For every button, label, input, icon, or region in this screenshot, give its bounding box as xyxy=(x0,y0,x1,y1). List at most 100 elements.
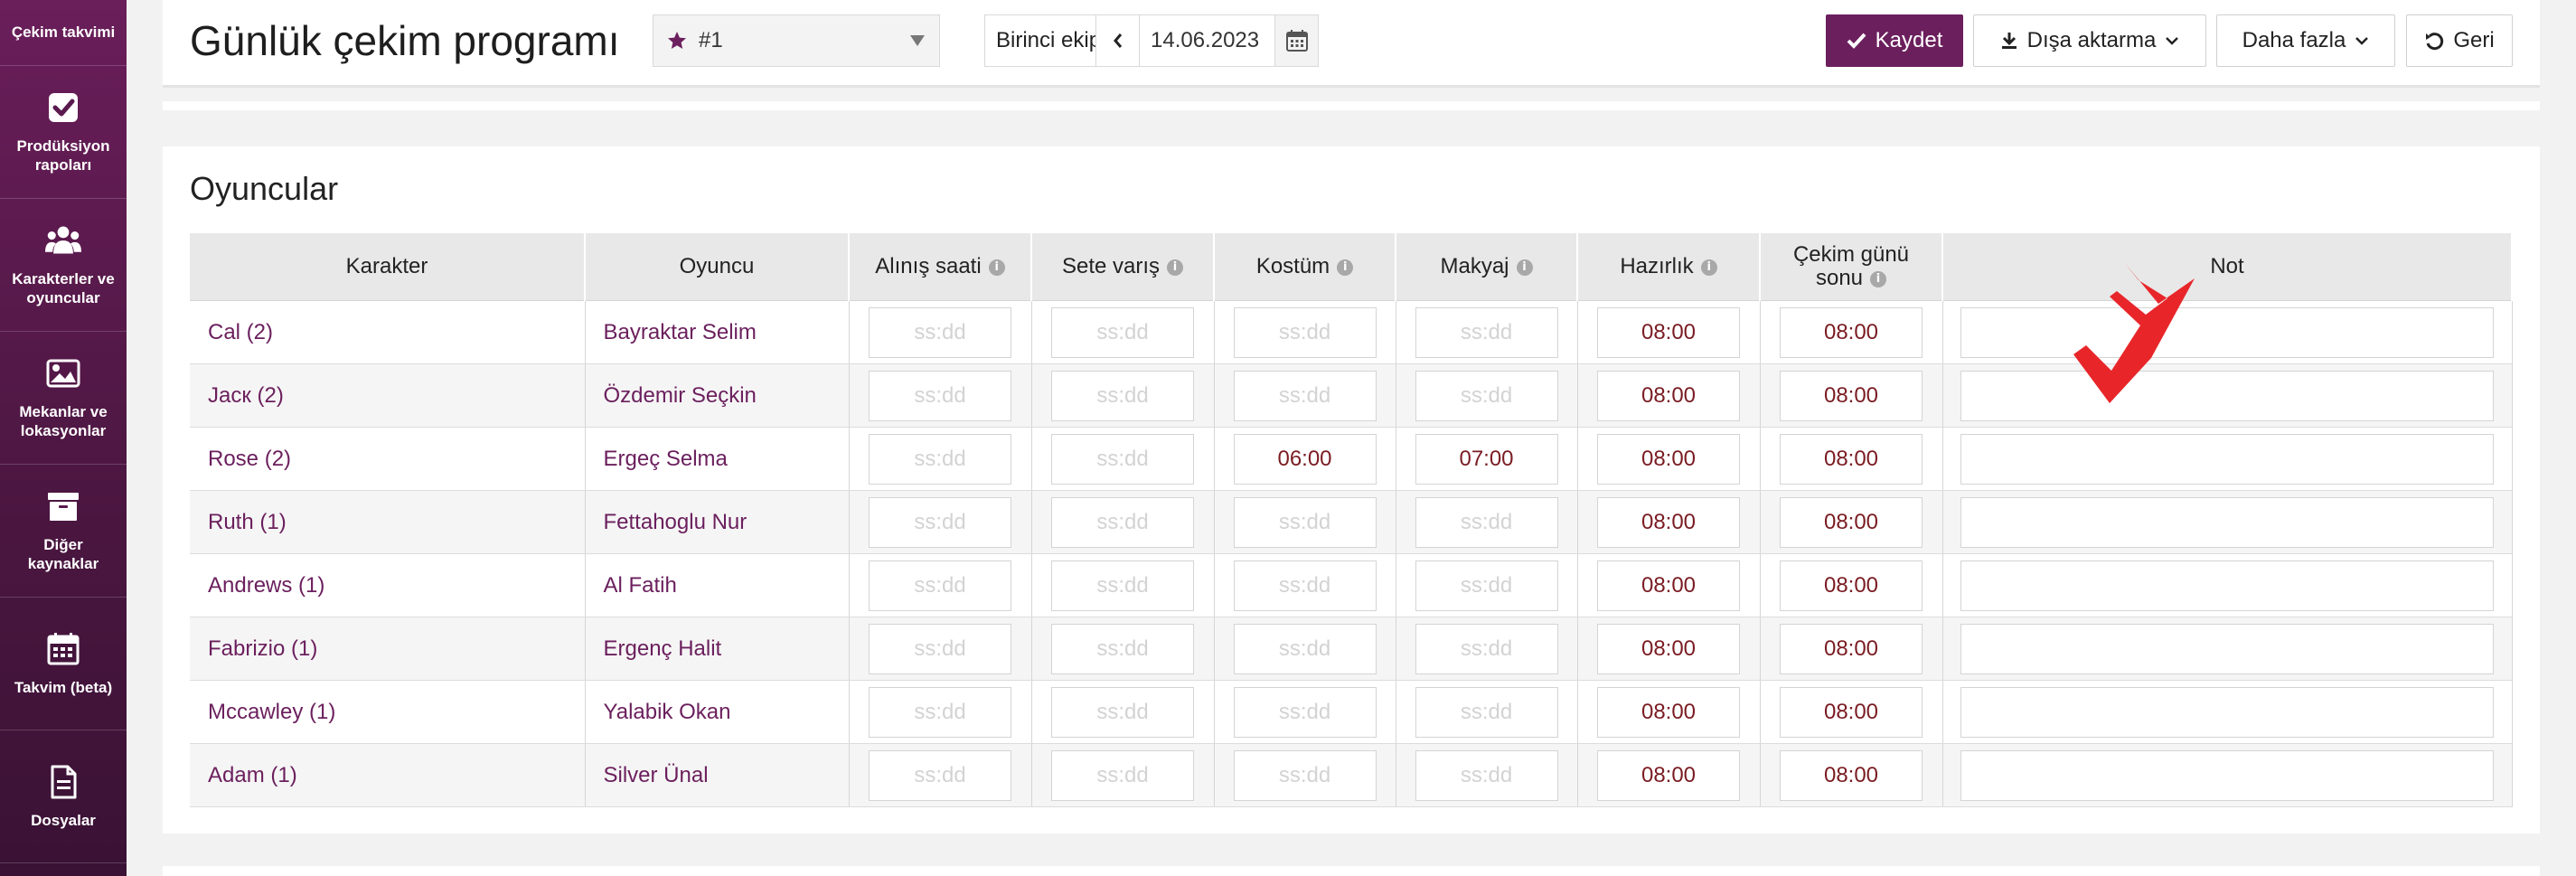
actor-cell[interactable]: Ergeç Selma xyxy=(585,427,850,491)
wrap-time-input[interactable] xyxy=(1780,560,1923,611)
actor-cell[interactable]: Ergenç Halit xyxy=(585,617,850,681)
arrival-time-input[interactable] xyxy=(1051,370,1194,421)
pickup-time-input[interactable] xyxy=(869,623,1011,674)
note-input[interactable] xyxy=(1960,433,2494,485)
sidebar-item-files[interactable]: Dosyalar xyxy=(0,730,127,863)
makeup-time-input[interactable] xyxy=(1415,749,1558,801)
info-icon[interactable]: i xyxy=(1337,259,1354,276)
costume-time-input[interactable] xyxy=(1233,370,1377,421)
costume-time-input[interactable] xyxy=(1233,623,1377,674)
character-cell[interactable]: Andrews (1) xyxy=(190,553,586,617)
sidebar-item-other-resources[interactable]: Diğer kaynaklar xyxy=(0,465,127,598)
actor-cell[interactable]: Al Fatih xyxy=(585,553,850,617)
pickup-time-input[interactable] xyxy=(869,560,1011,611)
arrival-time-input[interactable] xyxy=(1051,623,1194,674)
wrap-time-input[interactable] xyxy=(1780,496,1923,548)
ready-time-input[interactable] xyxy=(1597,560,1740,611)
column-header-costume[interactable]: Kostüm i xyxy=(1214,233,1396,301)
schedule-select[interactable]: #1 xyxy=(653,14,940,67)
makeup-time-input[interactable] xyxy=(1415,433,1558,485)
column-header-wrap[interactable]: Çekim günü sonu i xyxy=(1760,233,1943,301)
back-button[interactable]: Geri xyxy=(2406,14,2513,67)
makeup-time-input[interactable] xyxy=(1415,370,1558,421)
costume-time-input[interactable] xyxy=(1233,686,1377,738)
character-cell[interactable]: Adam (1) xyxy=(190,743,586,807)
costume-time-input[interactable] xyxy=(1233,306,1377,358)
sidebar-item-calendar[interactable]: Takvim (beta) xyxy=(0,598,127,730)
previous-day-button[interactable] xyxy=(1096,14,1140,67)
ready-time-input[interactable] xyxy=(1597,686,1740,738)
ready-time-input[interactable] xyxy=(1597,433,1740,485)
note-input[interactable] xyxy=(1960,560,2494,611)
character-cell[interactable]: Cal (2) xyxy=(190,300,586,364)
wrap-time-input[interactable] xyxy=(1780,306,1923,358)
sidebar-item-characters-actors[interactable]: Karakterler ve oyuncular xyxy=(0,199,127,332)
ready-time-input[interactable] xyxy=(1597,496,1740,548)
sidebar-item-locations[interactable]: Mekanlar ve lokasyonlar xyxy=(0,332,127,465)
arrival-time-input[interactable] xyxy=(1051,306,1194,358)
arrival-time-input[interactable] xyxy=(1051,433,1194,485)
column-header-pickup[interactable]: Alınış saati i xyxy=(849,233,1032,301)
note-input[interactable] xyxy=(1960,496,2494,548)
export-button[interactable]: Dışa aktarma xyxy=(1973,14,2206,67)
sidebar-item-production-reports[interactable]: Prodüksiyon rapoları xyxy=(0,66,127,199)
pickup-time-input[interactable] xyxy=(869,686,1011,738)
ready-time-input[interactable] xyxy=(1597,749,1740,801)
column-header-actor[interactable]: Oyuncu xyxy=(585,233,850,301)
arrival-time-input[interactable] xyxy=(1051,560,1194,611)
column-header-ready[interactable]: Hazırlık i xyxy=(1577,233,1761,301)
column-header-character[interactable]: Karakter xyxy=(190,233,586,301)
wrap-time-input[interactable] xyxy=(1780,686,1923,738)
character-cell[interactable]: Jacк (2) xyxy=(190,363,586,428)
wrap-time-input[interactable] xyxy=(1780,749,1923,801)
more-button[interactable]: Daha fazla xyxy=(2216,14,2395,67)
note-input[interactable] xyxy=(1960,306,2494,358)
pickup-time-input[interactable] xyxy=(869,496,1011,548)
character-cell[interactable]: Ruth (1) xyxy=(190,490,586,554)
note-input[interactable] xyxy=(1960,370,2494,421)
date-picker-button[interactable] xyxy=(1275,14,1319,67)
actor-cell[interactable]: Özdemir Seçkin xyxy=(585,363,850,428)
costume-time-input[interactable] xyxy=(1233,496,1377,548)
pickup-time-input[interactable] xyxy=(869,306,1011,358)
arrival-time-input[interactable] xyxy=(1051,686,1194,738)
save-button[interactable]: Kaydet xyxy=(1826,14,1963,67)
costume-time-input[interactable] xyxy=(1233,560,1377,611)
makeup-time-input[interactable] xyxy=(1415,496,1558,548)
sidebar-item-shooting-schedule[interactable]: Çekim takvimi xyxy=(0,0,127,66)
ready-time-input[interactable] xyxy=(1597,623,1740,674)
info-icon[interactable]: i xyxy=(988,259,1005,276)
actor-cell[interactable]: Bayraktar Selim xyxy=(585,300,850,364)
pickup-time-input[interactable] xyxy=(869,370,1011,421)
arrival-time-input[interactable] xyxy=(1051,749,1194,801)
note-input[interactable] xyxy=(1960,686,2494,738)
actor-cell[interactable]: Yalabik Okan xyxy=(585,680,850,744)
makeup-time-input[interactable] xyxy=(1415,623,1558,674)
column-header-makeup[interactable]: Makyaj i xyxy=(1396,233,1578,301)
info-icon[interactable]: i xyxy=(1700,259,1717,276)
actor-cell[interactable]: Silver Ünal xyxy=(585,743,850,807)
costume-time-input[interactable] xyxy=(1233,749,1377,801)
wrap-time-input[interactable] xyxy=(1780,433,1923,485)
pickup-time-input[interactable] xyxy=(869,433,1011,485)
info-icon[interactable]: i xyxy=(1870,270,1887,287)
team-select[interactable]: Birinci ekip xyxy=(984,14,1096,67)
column-header-arrival[interactable]: Sete varış i xyxy=(1031,233,1215,301)
makeup-time-input[interactable] xyxy=(1415,306,1558,358)
ready-time-input[interactable] xyxy=(1597,370,1740,421)
column-header-note[interactable]: Not xyxy=(1942,233,2513,301)
pickup-time-input[interactable] xyxy=(869,749,1011,801)
character-cell[interactable]: Mccawley (1) xyxy=(190,680,586,744)
actor-cell[interactable]: Fettahoglu Nur xyxy=(585,490,850,554)
wrap-time-input[interactable] xyxy=(1780,370,1923,421)
info-icon[interactable]: i xyxy=(1516,259,1533,276)
character-cell[interactable]: Rose (2) xyxy=(190,427,586,491)
date-input[interactable] xyxy=(1140,14,1275,67)
makeup-time-input[interactable] xyxy=(1415,560,1558,611)
character-cell[interactable]: Fabrizio (1) xyxy=(190,617,586,681)
arrival-time-input[interactable] xyxy=(1051,496,1194,548)
note-input[interactable] xyxy=(1960,623,2494,674)
info-icon[interactable]: i xyxy=(1167,259,1184,276)
makeup-time-input[interactable] xyxy=(1415,686,1558,738)
costume-time-input[interactable] xyxy=(1233,433,1377,485)
